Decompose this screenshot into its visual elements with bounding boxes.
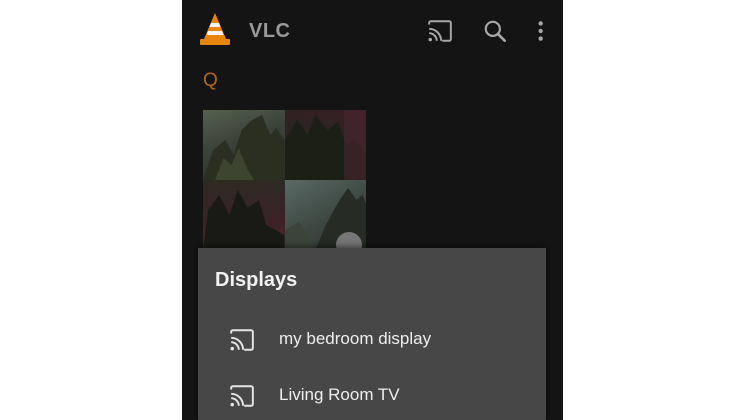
thumbnail-tile	[284, 110, 366, 180]
thumbnail-tile	[203, 110, 285, 180]
app-title: VLC	[249, 20, 291, 42]
cast-icon	[230, 385, 254, 407]
display-item-bedroom[interactable]: my bedroom display	[198, 314, 546, 366]
sheet-title: Displays	[215, 269, 298, 291]
more-vert-icon[interactable]	[532, 18, 558, 44]
phone-screen: VLC Q Displays my bedroom display Living…	[182, 0, 563, 420]
displays-sheet: Displays my bedroom display Living Room …	[198, 248, 546, 420]
app-bar: VLC	[182, 0, 563, 62]
vlc-cone-icon	[200, 13, 230, 45]
video-thumbnail[interactable]	[203, 110, 366, 258]
section-header-letter: Q	[203, 70, 218, 91]
display-item-label: my bedroom display	[279, 329, 432, 348]
search-icon[interactable]	[482, 18, 508, 44]
cast-icon[interactable]	[427, 18, 453, 44]
display-item-living-room[interactable]: Living Room TV	[198, 370, 546, 420]
cast-icon	[230, 329, 254, 351]
display-item-label: Living Room TV	[279, 385, 400, 404]
thumbnail-tile	[203, 180, 285, 250]
